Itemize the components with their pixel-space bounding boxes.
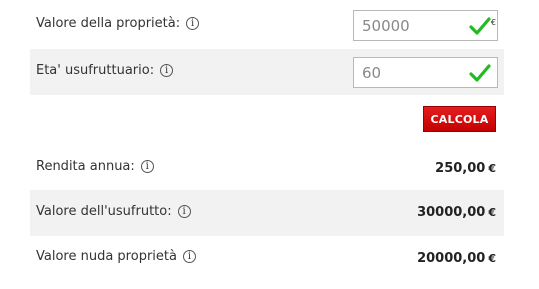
property-value-input[interactable] xyxy=(362,11,462,40)
annual-income-row: Rendita annua: i 250,00 € xyxy=(30,146,504,190)
usufruct-value-row: Valore dell'usufrutto: i 30000,00 € xyxy=(30,190,504,236)
property-value-label: Valore della proprietà: xyxy=(36,16,181,31)
annual-income-label-group: Rendita annua: i xyxy=(36,159,154,174)
currency-symbol: € xyxy=(488,252,496,265)
check-icon xyxy=(469,64,491,82)
info-icon[interactable]: i xyxy=(160,64,174,77)
usufruct-value-label: Valore dell'usufrutto: xyxy=(36,204,172,219)
usufruct-value-value: 30000,00 € xyxy=(417,205,496,220)
bare-property-label: Valore nuda proprietà xyxy=(36,249,177,264)
usufructuary-age-field[interactable] xyxy=(353,57,498,88)
bare-property-label-group: Valore nuda proprietà i xyxy=(36,249,196,264)
bare-property-row: Valore nuda proprietà i 20000,00 € xyxy=(30,236,504,280)
usufructuary-age-row: Eta' usufruttuario: i xyxy=(30,49,504,95)
info-icon[interactable]: i xyxy=(182,250,196,263)
currency-symbol: € xyxy=(490,18,496,27)
annual-income-value: 250,00 € xyxy=(435,161,496,176)
property-value-label-group: Valore della proprietà: i xyxy=(36,16,200,31)
property-value-row: Valore della proprietà: i € xyxy=(30,3,504,47)
bare-property-value: 20000,00 € xyxy=(417,251,496,266)
info-icon[interactable]: i xyxy=(177,205,191,218)
property-value-field[interactable]: € xyxy=(353,10,498,41)
usufructuary-age-label-group: Eta' usufruttuario: i xyxy=(36,63,174,78)
usufruct-value-label-group: Valore dell'usufrutto: i xyxy=(36,204,191,219)
usufructuary-age-label: Eta' usufruttuario: xyxy=(36,63,155,78)
currency-symbol: € xyxy=(488,162,496,175)
usufructuary-age-input[interactable] xyxy=(362,58,462,87)
info-icon[interactable]: i xyxy=(186,17,200,30)
currency-symbol: € xyxy=(488,206,496,219)
check-icon xyxy=(469,17,491,35)
annual-income-label: Rendita annua: xyxy=(36,159,135,174)
info-icon[interactable]: i xyxy=(140,160,154,173)
calculate-button[interactable]: CALCOLA xyxy=(423,106,496,132)
